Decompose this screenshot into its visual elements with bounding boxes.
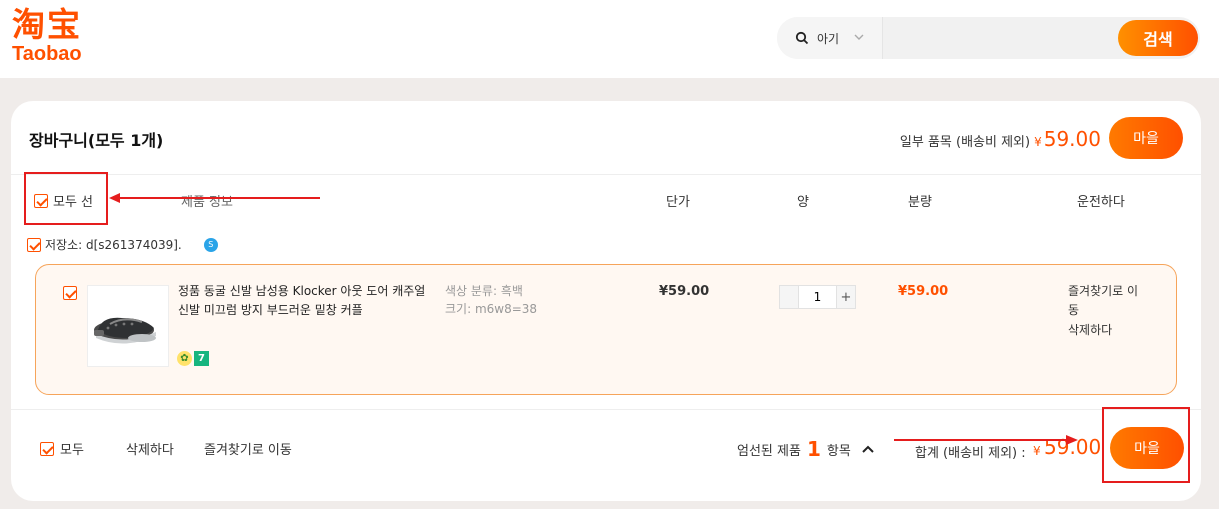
logo-english: Taobao xyxy=(12,43,82,65)
annotation-arrow-left xyxy=(109,193,320,203)
search-button[interactable]: 검색 xyxy=(1118,20,1198,56)
quantity-stepper: + xyxy=(779,285,856,309)
chevron-down-icon xyxy=(854,34,864,40)
search-scope-dropdown[interactable]: 아기 xyxy=(777,17,883,59)
selected-count: 1 xyxy=(806,437,821,461)
footer-select-all-checkbox[interactable] xyxy=(40,441,54,456)
annotation-highlight-select-all xyxy=(24,172,108,225)
store-name[interactable]: 저장소: d[s261374039]. xyxy=(45,236,182,253)
taobao-logo[interactable]: 淘宝 Taobao xyxy=(12,5,112,66)
footer-select-all[interactable]: 모두 xyxy=(40,439,84,458)
column-quantity: 양 xyxy=(797,195,809,210)
search-scope-label: 아기 xyxy=(817,32,840,46)
product-specs[interactable]: 색상 분류: 흑백 크기: m6w8=38 xyxy=(445,282,537,318)
store-checkbox[interactable] xyxy=(27,237,41,252)
selected-suffix: 항목 xyxy=(826,443,851,459)
top-bar: 淘宝 Taobao 아기 검색 xyxy=(0,0,1219,78)
item-operations: 즐겨찾기로 이동 삭제하다 xyxy=(1068,282,1144,341)
store-chat-icon[interactable]: S xyxy=(203,237,218,252)
column-amount: 분량 xyxy=(908,195,932,210)
flower-badge-icon: ✿ xyxy=(177,351,192,366)
clog-shoe-image xyxy=(94,317,156,344)
annotation-highlight-checkout xyxy=(1102,407,1190,483)
selected-items-toggle[interactable]: 엄선된 제품 1 항목 xyxy=(737,437,875,461)
footer-move-favorites-link[interactable]: 즐겨찾기로 이동 xyxy=(204,439,292,458)
quantity-input[interactable] xyxy=(798,286,837,308)
chevron-up-icon xyxy=(862,445,874,453)
item-unit-price: ¥59.00 xyxy=(659,284,710,299)
spec-color: 색상 분류: 흑백 xyxy=(445,284,523,298)
divider xyxy=(11,174,1201,175)
item-subtotal: ¥59.00 xyxy=(898,284,949,299)
annotation-arrow-right xyxy=(894,435,1078,445)
footer-delete-link[interactable]: 삭제하다 xyxy=(126,439,174,458)
top-total-currency: ¥ xyxy=(1034,135,1042,149)
search-input[interactable] xyxy=(887,17,1112,59)
checkout-button-top[interactable]: 마을 xyxy=(1109,117,1183,159)
delete-item-link[interactable]: 삭제하다 xyxy=(1068,321,1144,340)
page-title: 장바구니(모두 1개) xyxy=(29,131,164,150)
search-icon xyxy=(795,31,809,45)
top-summary: 일부 품목 (배송비 제외) ¥ 59.00 xyxy=(900,127,1101,151)
spec-size: 크기: m6w8=38 xyxy=(445,302,538,316)
top-total-amount: 59.00 xyxy=(1043,127,1101,151)
seven-day-return-icon: 7 xyxy=(194,351,209,366)
selected-prefix: 엄선된 제품 xyxy=(737,443,801,459)
column-operation: 운전하다 xyxy=(1077,195,1125,210)
column-unit-price: 단가 xyxy=(666,195,690,210)
divider xyxy=(11,409,1201,410)
footer-select-all-label: 모두 xyxy=(60,443,84,458)
top-summary-label: 일부 품목 (배송비 제외) xyxy=(899,135,1031,150)
item-checkbox[interactable] xyxy=(63,286,77,300)
logo-chinese: 淘宝 xyxy=(12,5,82,44)
product-thumbnail[interactable] xyxy=(87,285,169,367)
move-to-favorites-link[interactable]: 즐겨찾기로 이동 xyxy=(1068,282,1144,320)
search-bar: 아기 검색 xyxy=(777,17,1200,59)
cart-item: 정품 동굴 신발 남성용 Klocker 아웃 도어 캐주얼 신발 미끄럼 방지… xyxy=(35,264,1177,395)
product-badges: ✿ 7 xyxy=(177,351,209,366)
store-row: 저장소: d[s261374039]. S xyxy=(27,236,218,253)
quantity-increase-button[interactable]: + xyxy=(837,286,855,308)
quantity-decrease-button[interactable] xyxy=(780,286,798,308)
product-title[interactable]: 정품 동굴 신발 남성용 Klocker 아웃 도어 캐주얼 신발 미끄럼 방지… xyxy=(178,282,430,320)
